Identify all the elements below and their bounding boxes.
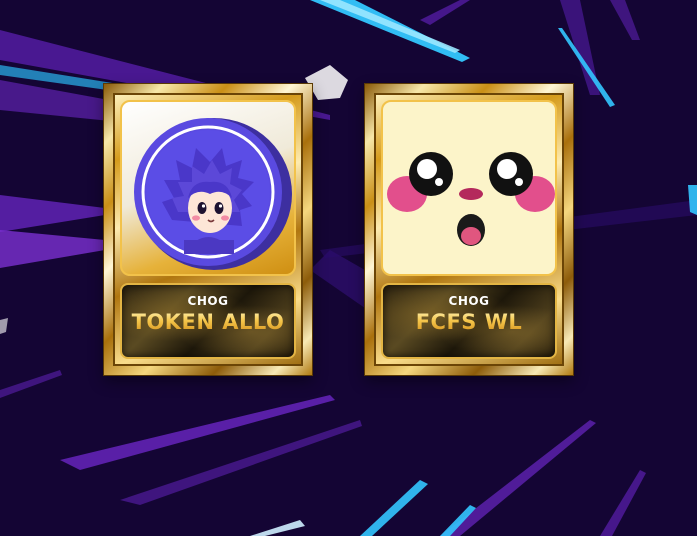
card-label: CHOG TOKEN ALLO: [120, 283, 296, 359]
card-art: [120, 100, 296, 276]
card-art: [381, 100, 557, 276]
card-subtitle: CHOG: [187, 294, 229, 308]
chog-coin-icon: [134, 118, 292, 270]
fcfs-wl-card[interactable]: CHOG FCFS WL: [365, 84, 573, 375]
chog-face-icon: [387, 152, 555, 246]
card-label: CHOG FCFS WL: [381, 283, 557, 359]
card-frame: CHOG FCFS WL: [374, 93, 564, 366]
card-title: TOKEN ALLO: [122, 310, 294, 334]
card-title: FCFS WL: [383, 310, 555, 334]
card-frame: CHOG TOKEN ALLO: [113, 93, 303, 366]
token-allo-card[interactable]: CHOG TOKEN ALLO: [104, 84, 312, 375]
card-subtitle: CHOG: [448, 294, 490, 308]
